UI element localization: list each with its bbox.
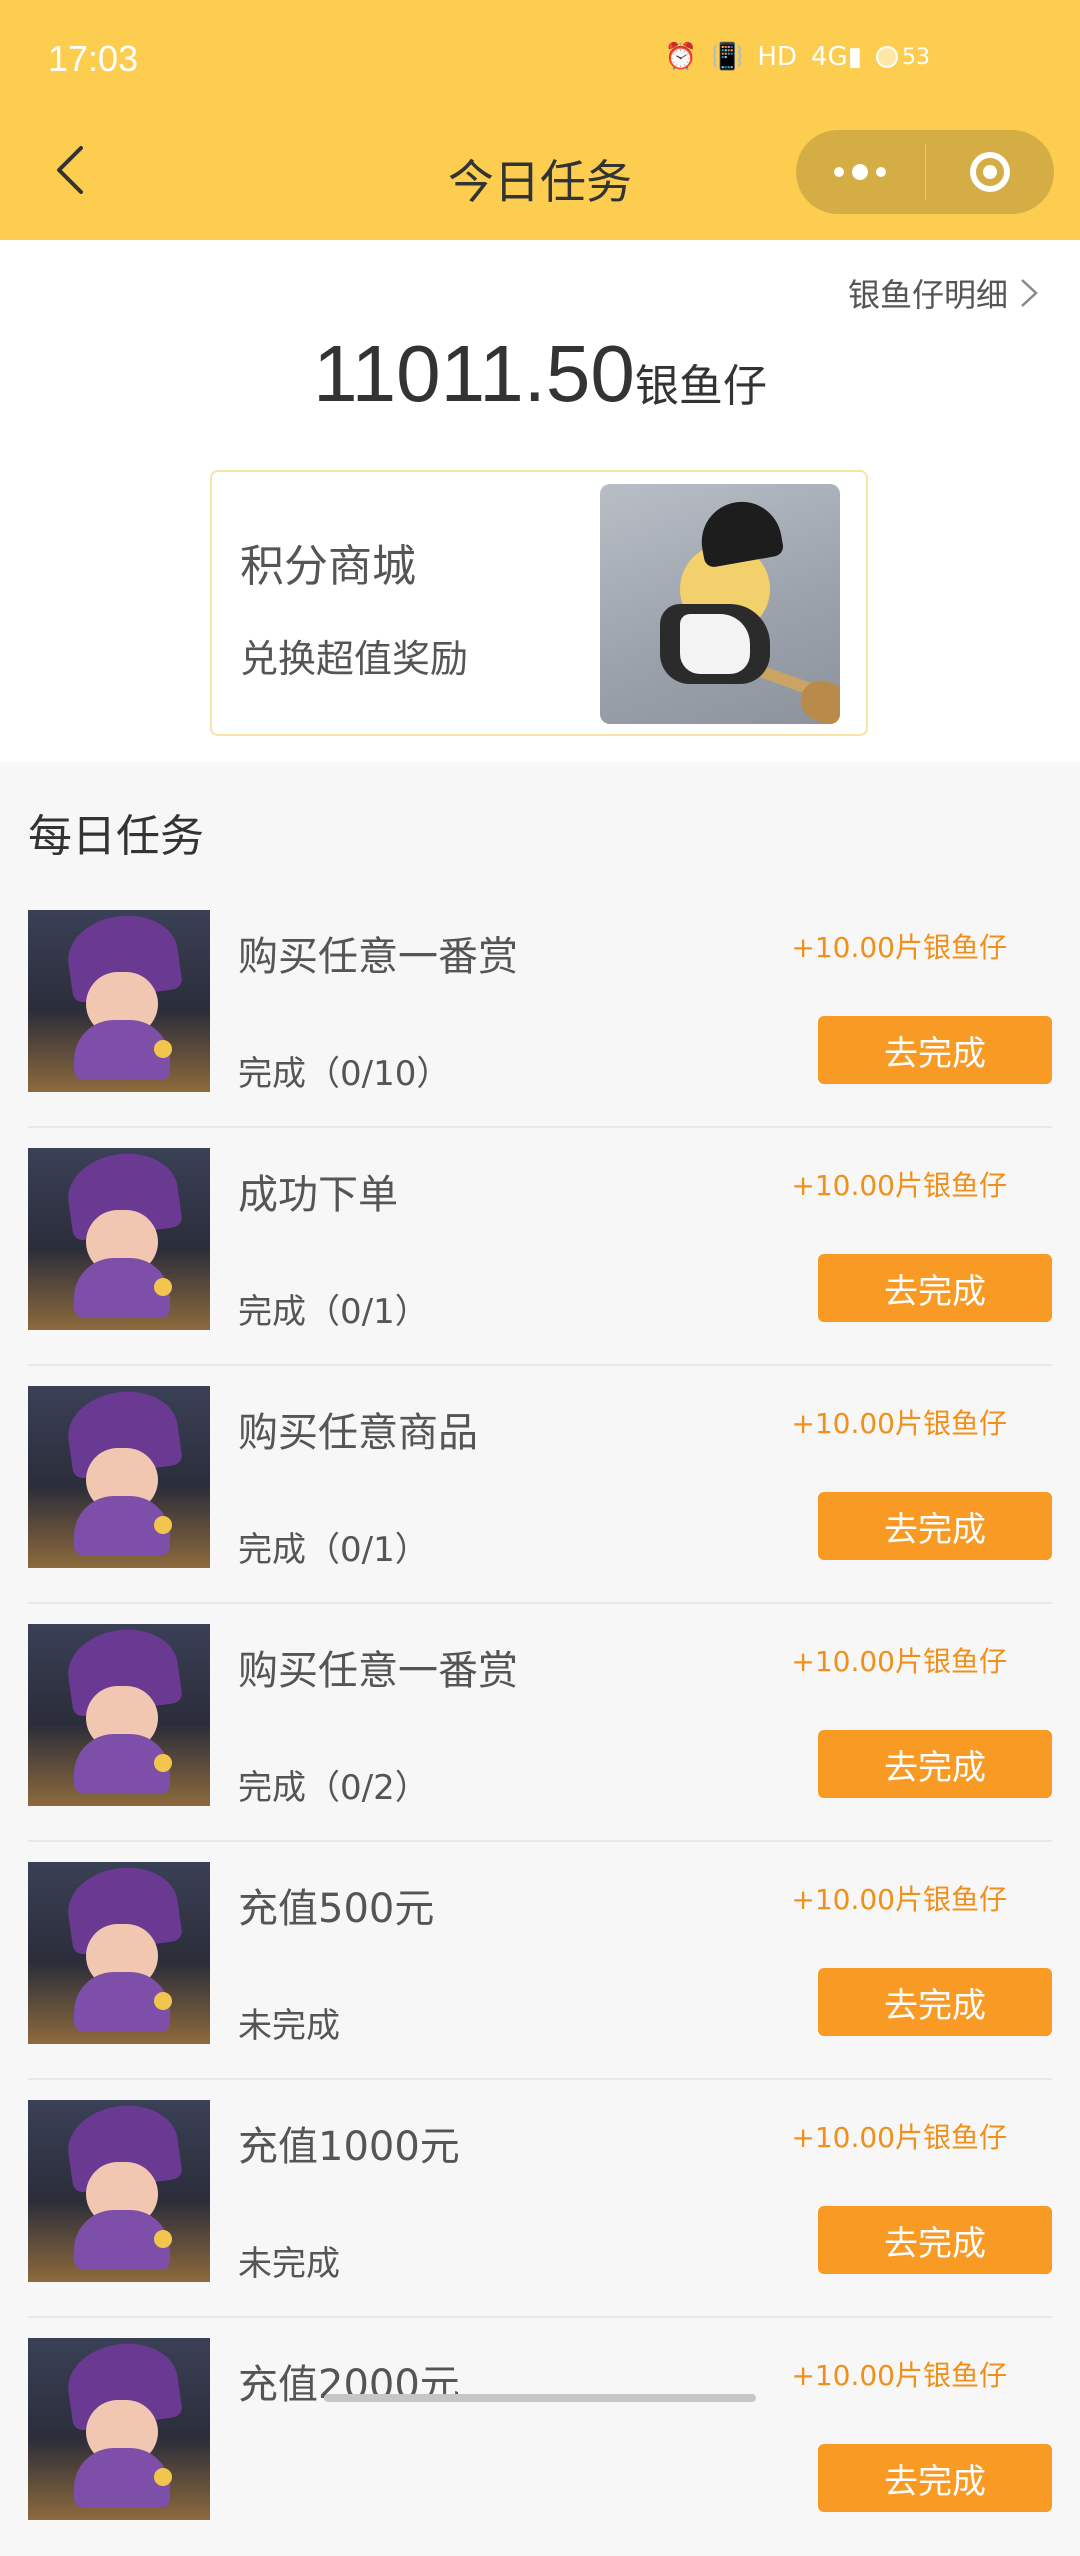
- points-detail-label: 银鱼仔明细: [847, 276, 1008, 314]
- status-icons: ⏰ 📳 HD 4G▮ 53: [665, 42, 930, 72]
- task-reward: +10.00片银鱼仔: [791, 931, 1007, 964]
- mall-subtitle: 兑换超值奖励: [240, 637, 469, 681]
- mini-program-capsule: [796, 130, 1054, 214]
- mall-figure-image: [600, 484, 840, 724]
- task-row: 充值500元 未完成 +10.00片银鱼仔 去完成: [28, 1842, 1052, 2080]
- task-reward: +10.00片银鱼仔: [791, 2121, 1007, 2154]
- complete-task-button[interactable]: 去完成: [818, 1968, 1052, 2036]
- battery-indicator: 53: [876, 45, 930, 70]
- alarm-icon: ⏰: [664, 42, 698, 72]
- task-row: 购买任意一番赏 完成（0/2） +10.00片银鱼仔 去完成: [28, 1604, 1052, 1842]
- complete-task-button[interactable]: 去完成: [818, 1254, 1052, 1322]
- balance-amount: 11011.50: [313, 329, 635, 418]
- chevron-right-icon: [1021, 279, 1038, 307]
- complete-task-button[interactable]: 去完成: [818, 1492, 1052, 1560]
- points-summary: 银鱼仔明细 11011.50银鱼仔 积分商城 兑换超值奖励: [0, 240, 1080, 762]
- task-thumbnail: [28, 2100, 210, 2282]
- task-reward: +10.00片银鱼仔: [791, 2359, 1007, 2392]
- task-row: 充值2000元 +10.00片银鱼仔 去完成: [28, 2318, 1052, 2556]
- task-name: 充值500元: [238, 1886, 435, 1932]
- task-progress: 完成（0/1）: [238, 1530, 429, 1570]
- task-name: 充值1000元: [238, 2124, 460, 2170]
- target-icon: [969, 152, 1010, 192]
- task-progress: 未完成: [238, 2244, 340, 2284]
- task-reward: +10.00片银鱼仔: [791, 1883, 1007, 1916]
- battery-level: 53: [902, 44, 930, 70]
- complete-task-button[interactable]: 去完成: [818, 1016, 1052, 1084]
- task-progress: 未完成: [238, 2006, 340, 2046]
- points-mall-card[interactable]: 积分商城 兑换超值奖励: [210, 470, 868, 736]
- status-time: 17:03: [48, 38, 139, 79]
- mall-title: 积分商城: [240, 541, 416, 592]
- task-name: 购买任意一番赏: [238, 934, 518, 980]
- balance-unit: 银鱼仔: [634, 361, 767, 412]
- task-progress: 完成（0/2）: [238, 1768, 429, 1808]
- points-detail-link[interactable]: 银鱼仔明细: [848, 270, 1040, 316]
- more-dots-icon: [834, 164, 887, 180]
- points-balance: 11011.50银鱼仔: [0, 328, 1080, 420]
- task-reward: +10.00片银鱼仔: [791, 1169, 1007, 1202]
- hd-icon: HD: [757, 42, 797, 72]
- task-name: 购买任意一番赏: [238, 1648, 518, 1694]
- signal-4g-icon: 4G▮: [811, 42, 862, 72]
- task-thumbnail: [28, 910, 210, 1092]
- complete-task-button[interactable]: 去完成: [818, 2444, 1052, 2512]
- task-thumbnail: [28, 2338, 210, 2520]
- task-progress: 完成（0/10）: [238, 1054, 451, 1094]
- task-row: 购买任意商品 完成（0/1） +10.00片银鱼仔 去完成: [28, 1366, 1052, 1604]
- task-reward: +10.00片银鱼仔: [791, 1407, 1007, 1440]
- task-thumbnail: [28, 1862, 210, 2044]
- app-header: 17:03 ⏰ 📳 HD 4G▮ 53 今日任务: [0, 0, 1080, 240]
- task-row: 成功下单 完成（0/1） +10.00片银鱼仔 去完成: [28, 1128, 1052, 1366]
- more-button[interactable]: [796, 130, 925, 214]
- battery-icon: [876, 46, 898, 68]
- complete-task-button[interactable]: 去完成: [818, 2206, 1052, 2274]
- vibrate-icon: 📳: [711, 42, 744, 72]
- task-thumbnail: [28, 1386, 210, 1568]
- close-button[interactable]: [926, 130, 1055, 214]
- task-list: 购买任意一番赏 完成（0/10） +10.00片银鱼仔 去完成 成功下单 完成（…: [0, 890, 1080, 2556]
- task-reward: +10.00片银鱼仔: [791, 1645, 1007, 1678]
- daily-tasks-title: 每日任务: [28, 811, 204, 862]
- task-thumbnail: [28, 1148, 210, 1330]
- home-indicator: [324, 2394, 756, 2402]
- task-row: 充值1000元 未完成 +10.00片银鱼仔 去完成: [28, 2080, 1052, 2318]
- task-thumbnail: [28, 1624, 210, 1806]
- task-progress: 完成（0/1）: [238, 1292, 429, 1332]
- task-name: 购买任意商品: [238, 1410, 478, 1456]
- complete-task-button[interactable]: 去完成: [818, 1730, 1052, 1798]
- task-row: 购买任意一番赏 完成（0/10） +10.00片银鱼仔 去完成: [28, 890, 1052, 1128]
- task-name: 成功下单: [238, 1172, 398, 1218]
